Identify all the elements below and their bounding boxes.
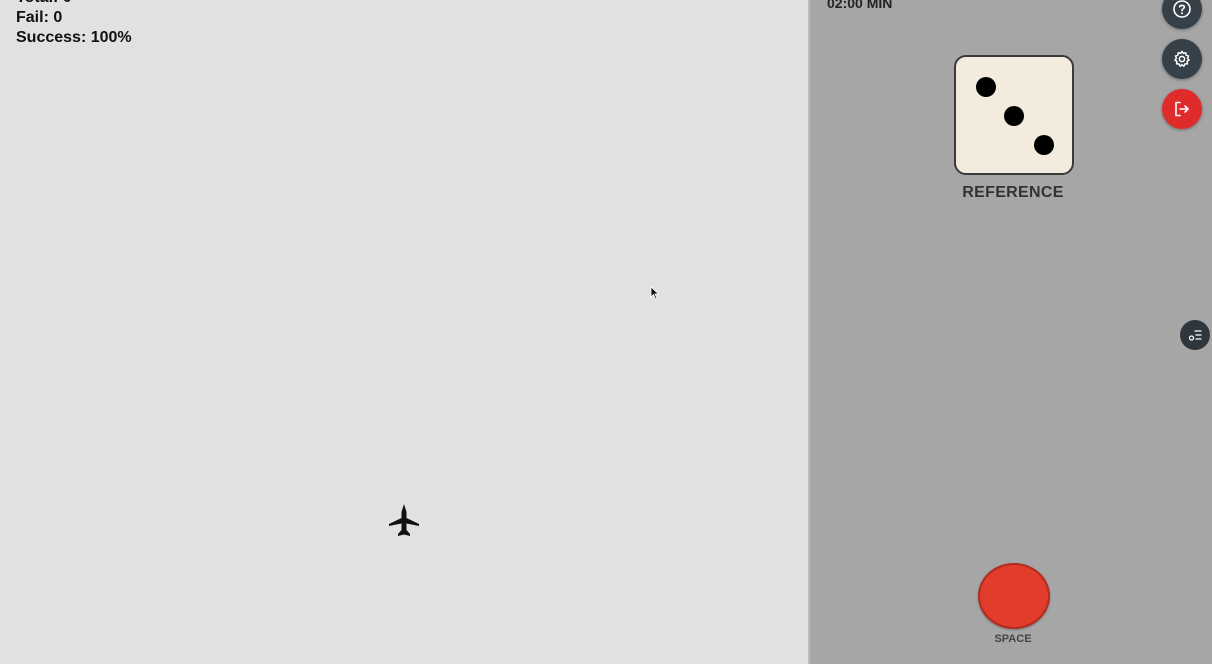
logout-icon <box>1175 101 1189 117</box>
reference-die <box>954 55 1074 175</box>
mouse-pointer-icon <box>650 286 660 300</box>
airplane-icon <box>389 504 419 536</box>
die-pip <box>1034 135 1054 155</box>
gear-icon <box>1173 50 1191 68</box>
timer: 02:00 MIN <box>827 0 893 11</box>
space-button-label: SPACE <box>994 633 1032 645</box>
settings-list-icon <box>1188 330 1202 341</box>
die-pip <box>976 77 996 97</box>
help-button[interactable] <box>1162 0 1202 29</box>
die-pip <box>1004 106 1024 126</box>
settings-list-button[interactable] <box>1180 320 1210 350</box>
game-area[interactable]: Total: 0 Fail: 0 Success: 100% <box>0 0 808 664</box>
reference-label: REFERENCE <box>962 184 1064 201</box>
side-panel: 02:00 MIN REFERENCE SPACE <box>810 0 1212 664</box>
success-rate: Success: 100% <box>16 29 132 46</box>
app-root: Total: 0 Fail: 0 Success: 100% 02:00 MIN… <box>0 0 1212 664</box>
space-button[interactable] <box>978 563 1050 629</box>
question-circle-icon <box>1173 0 1191 18</box>
stats-panel: Total: 0 Fail: 0 Success: 100% <box>16 0 132 48</box>
total-count: Total: 0 <box>16 0 132 8</box>
exit-button[interactable] <box>1162 89 1202 129</box>
settings-button[interactable] <box>1162 39 1202 79</box>
fail-count: Fail: 0 <box>16 9 63 26</box>
